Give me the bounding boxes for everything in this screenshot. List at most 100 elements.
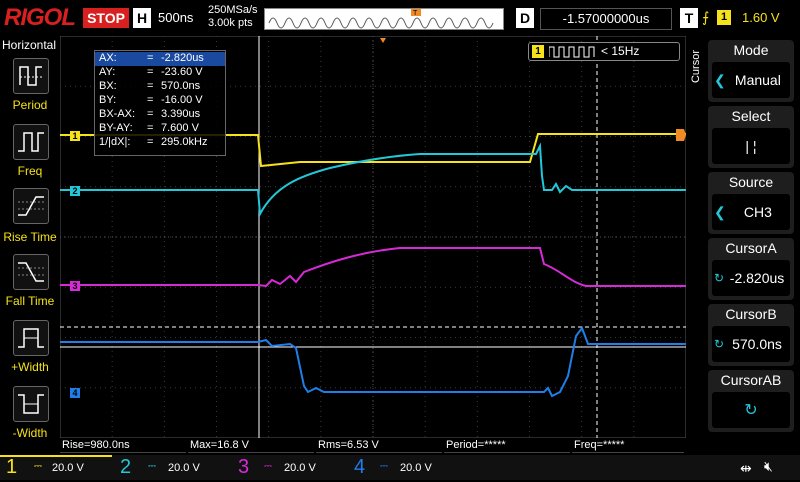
cursor-menu-title: Cursor <box>690 50 702 84</box>
ch2-number[interactable]: 2 <box>120 456 131 479</box>
ch3-offset-marker[interactable]: 3 <box>70 281 80 291</box>
period-label: Period <box>12 98 48 112</box>
cursor-b-value: ↻ 570.0ns <box>712 326 790 362</box>
rise-time-button[interactable] <box>13 188 49 224</box>
left-arrow-icon: ❮ <box>714 72 726 88</box>
select-value: | ¦ <box>712 128 790 164</box>
horizontal-measure-menu: Horizontal Period Freq Rise Time Fall Ti… <box>0 36 60 456</box>
cursor-a-softkey[interactable]: CursorA ↻ -2.820us <box>708 238 794 300</box>
waveform-display[interactable]: AX: = -2.820us AY: = -23.60 V BX: = 570.0ns BY: = -… <box>59 35 687 439</box>
horizontal-delay-value[interactable]: -1.57000000us <box>540 8 672 30</box>
readout-label: BY: <box>99 94 117 106</box>
run-stop-badge[interactable]: STOP <box>83 8 129 28</box>
rise-time-icon <box>18 196 44 216</box>
ch3-number[interactable]: 3 <box>238 456 249 479</box>
cursor-a-value: ↻ -2.820us <box>712 260 790 296</box>
sample-rate: 250MSa/s <box>208 4 258 16</box>
readout-row: 1/|dX|: = 295.0kHz <box>95 136 225 150</box>
svg-text:T: T <box>413 10 418 17</box>
trigger-label: T <box>680 8 698 28</box>
trigger-level-value[interactable]: 1.60 V <box>742 10 780 25</box>
usb-icon: ⇹ <box>740 460 752 476</box>
fall-time-label: Fall Time <box>5 294 55 308</box>
readout-label: AX: <box>99 52 117 64</box>
counter-value: < 15Hz <box>601 44 640 58</box>
readout-equals: = <box>147 52 154 64</box>
select-softkey[interactable]: Select | ¦ <box>708 106 794 168</box>
fall-time-button[interactable] <box>13 254 49 290</box>
readout-equals: = <box>147 108 154 120</box>
ch4-offset-marker[interactable]: 4 <box>70 388 80 398</box>
readout-row: BX-AX: = 3.390us <box>95 108 225 122</box>
negative-width-button[interactable] <box>13 386 49 422</box>
ch2-offset-marker[interactable]: 2 <box>70 186 80 196</box>
ch4-scale: 20.0 V <box>400 462 432 474</box>
readout-equals: = <box>147 80 154 92</box>
fall-time-icon <box>18 262 44 282</box>
readout-label: BX-AX: <box>99 108 136 120</box>
cursor-ab-softkey[interactable]: CursorAB ↻ <box>708 370 794 432</box>
readout-equals: = <box>147 122 154 134</box>
ch3-scale: 20.0 V <box>284 462 316 474</box>
readout-label: AY: <box>99 66 116 78</box>
readout-equals: = <box>147 94 154 106</box>
mode-title: Mode <box>733 42 769 58</box>
delay-label: D <box>516 8 534 28</box>
measure-freq[interactable]: Freq=***** <box>572 439 684 453</box>
readout-row: AY: = -23.60 V <box>95 66 225 80</box>
rise-time-label: Rise Time <box>3 230 57 244</box>
measure-period[interactable]: Period=***** <box>444 439 570 453</box>
cursor-a-title: CursorA <box>725 240 777 256</box>
cursor-b-softkey[interactable]: CursorB ↻ 570.0ns <box>708 304 794 366</box>
mode-value: ❮ Manual <box>712 62 790 98</box>
rotary-knob-icon: ↻ <box>714 337 725 351</box>
measure-rms[interactable]: Rms=6.53 V <box>316 439 442 453</box>
readout-value: -2.820us <box>161 52 204 64</box>
mode-softkey[interactable]: Mode ❮ Manual <box>708 40 794 102</box>
timebase-value[interactable]: 500ns <box>158 10 193 25</box>
memory-waveform-icon: T <box>265 9 503 29</box>
readout-value: 7.600 V <box>161 122 199 134</box>
measure-max[interactable]: Max=16.8 V <box>188 439 314 453</box>
trigger-level-marker <box>676 129 686 141</box>
rotary-knob-icon: ↻ <box>714 271 725 285</box>
readout-row: BY-AY: = 7.600 V <box>95 122 225 136</box>
readout-value: 295.0kHz <box>161 136 208 148</box>
readout-label: BX: <box>99 80 117 92</box>
rigol-logo: RIGOL <box>4 4 76 31</box>
readout-row: BY: = -16.00 V <box>95 94 225 108</box>
dc-coupling-icon: ⎓ <box>34 461 42 472</box>
readout-label: 1/|dX|: <box>99 136 131 148</box>
left-arrow-icon: ❮ <box>714 204 726 220</box>
select-title: Select <box>731 108 771 124</box>
negative-width-label: -Width <box>12 426 48 440</box>
readout-value: 570.0ns <box>161 80 201 92</box>
frequency-counter[interactable]: 1 < 15Hz <box>528 42 680 61</box>
readout-value: -23.60 V <box>161 66 203 78</box>
negative-width-icon <box>18 394 44 414</box>
measure-rise[interactable]: Rise=980.0ns <box>60 439 186 453</box>
readout-equals: = <box>147 136 154 148</box>
cursor-b-title: CursorB <box>725 306 777 322</box>
trigger-source-badge[interactable]: 1 <box>717 10 731 25</box>
period-icon <box>19 66 42 86</box>
dc-coupling-icon: ⎓ <box>148 461 156 472</box>
dc-coupling-icon: ⎓ <box>380 461 388 472</box>
period-measure-button[interactable] <box>13 58 49 94</box>
ch2-scale: 20.0 V <box>168 462 200 474</box>
positive-width-icon <box>18 328 44 348</box>
ch1-number: 1 <box>6 456 18 478</box>
sound-muted-icon[interactable]: 🔇︎ <box>764 458 773 475</box>
positive-width-button[interactable] <box>13 320 49 356</box>
ch1-offset-marker[interactable]: 1 <box>70 131 80 141</box>
readout-value: 3.390us <box>161 108 201 120</box>
rotary-knob-icon: ↻ <box>744 402 758 419</box>
freq-measure-button[interactable] <box>13 124 49 160</box>
source-softkey[interactable]: Source ❮ CH3 <box>708 172 794 234</box>
square-wave-icon <box>549 46 595 58</box>
readout-row: BX: = 570.0ns <box>95 80 225 94</box>
readout-label: BY-AY: <box>99 122 133 134</box>
ch4-number[interactable]: 4 <box>354 456 365 479</box>
cursor-ab-value: ↻ <box>712 392 790 428</box>
rising-edge-icon: ⨍ <box>702 9 710 25</box>
